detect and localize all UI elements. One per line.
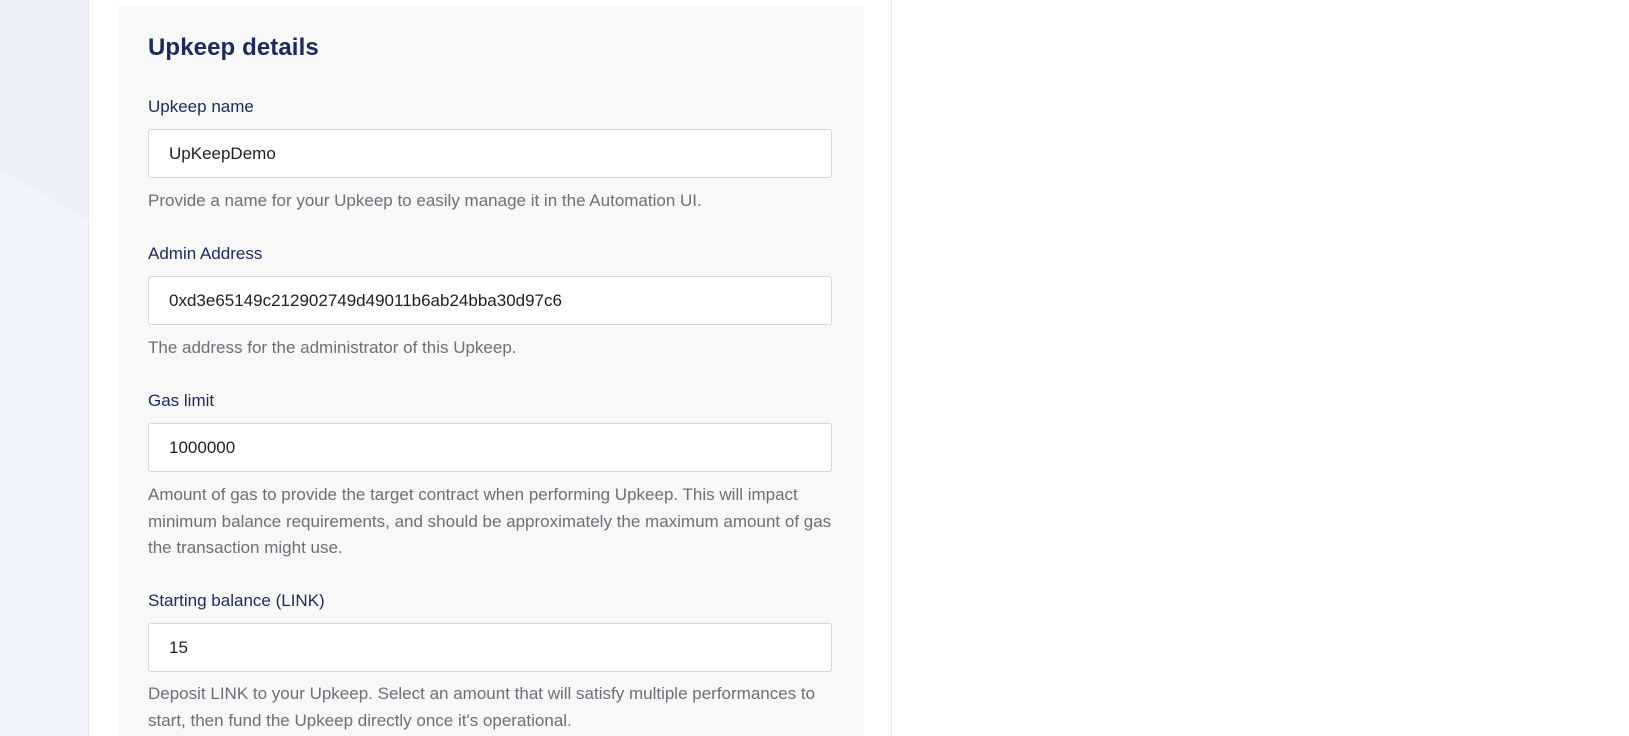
admin-address-input[interactable] [148, 276, 832, 325]
section-title: Upkeep details [148, 34, 319, 61]
upkeep-name-label: Upkeep name [148, 97, 254, 116]
upkeep-name-input[interactable] [148, 129, 832, 178]
gas-limit-input[interactable] [148, 423, 832, 472]
starting-balance-label: Starting balance (LINK) [148, 591, 325, 610]
starting-balance-help: Deposit LINK to your Upkeep. Select an a… [148, 684, 816, 730]
gas-limit-help: Amount of gas to provide the target cont… [148, 485, 832, 557]
page: Upkeep details Upkeep name Provide a nam… [0, 0, 1629, 736]
gas-limit-label: Gas limit [148, 391, 215, 410]
admin-address-label: Admin Address [148, 244, 263, 263]
starting-balance-input[interactable] [148, 623, 832, 672]
upkeep-name-help: Provide a name for your Upkeep to easily… [148, 191, 702, 210]
background-decoration [0, 0, 88, 220]
admin-address-help: The address for the administrator of thi… [148, 338, 517, 357]
